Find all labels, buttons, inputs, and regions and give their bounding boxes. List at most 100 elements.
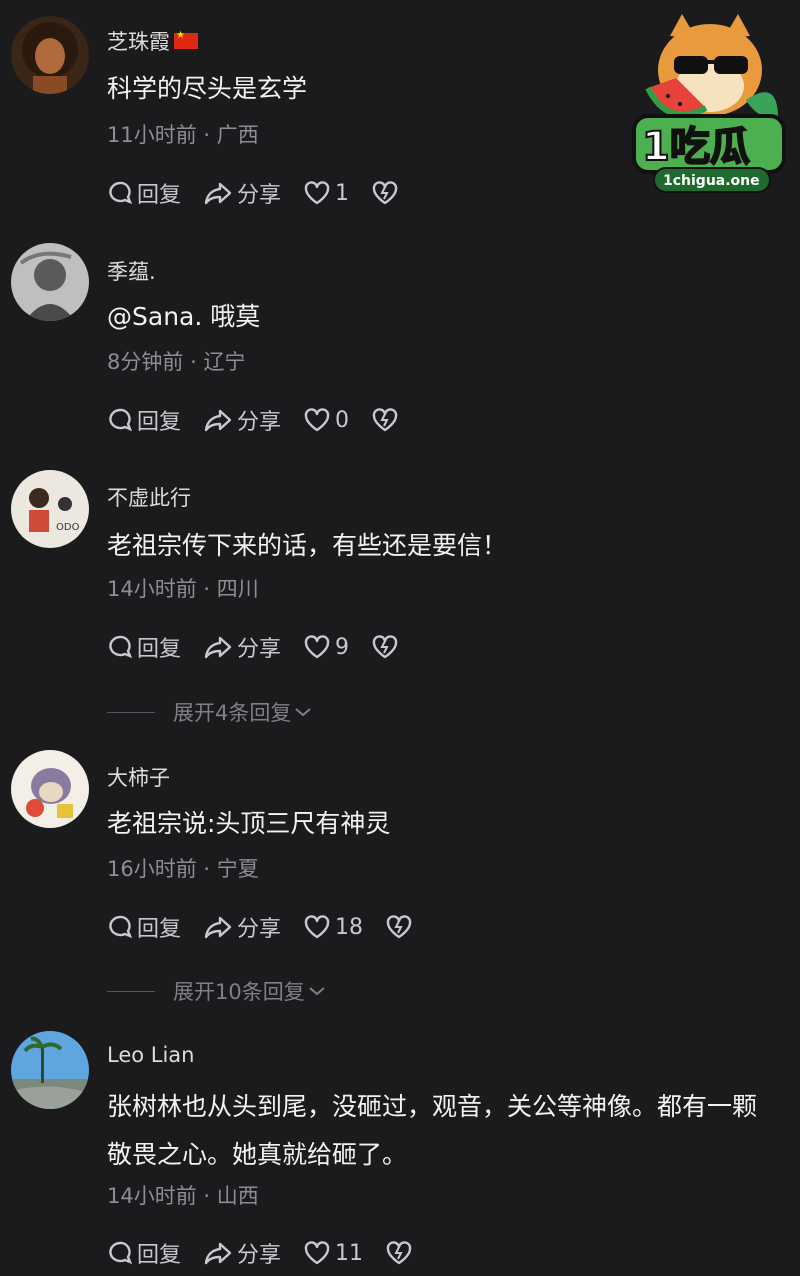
divider: [107, 711, 155, 713]
comment-text: 老祖宗传下来的话，有些还是要信！: [107, 531, 508, 560]
dislike-heart-icon: [372, 635, 398, 659]
comment-time: 16小时前: [107, 857, 197, 881]
dislike-heart-icon: [372, 181, 398, 205]
heart-icon: [304, 915, 330, 939]
share-icon: [204, 636, 232, 659]
heart-icon: [304, 408, 330, 432]
username[interactable]: 不虚此行: [107, 482, 191, 512]
comment-text: 科学的尽头是玄学: [107, 74, 308, 103]
comment-meta: 14小时前 · 山西: [107, 1180, 259, 1210]
comment-actions: 回复 分享 11: [107, 1237, 439, 1269]
share-label: 分享: [237, 1243, 282, 1268]
reply-button[interactable]: 回复: [107, 911, 181, 943]
meta-separator: ·: [190, 350, 197, 374]
comment-time: 14小时前: [107, 1184, 197, 1208]
heart-icon: [304, 635, 330, 659]
expand-replies-button[interactable]: 展开10条回复: [107, 976, 327, 1006]
comment-time: 14小时前: [107, 577, 197, 601]
heart-icon: [304, 181, 330, 205]
avatar[interactable]: [11, 243, 89, 321]
meta-separator: ·: [203, 577, 211, 601]
expand-replies-label: 展开4条回复: [173, 701, 292, 725]
dislike-heart-icon: [386, 1241, 412, 1265]
reply-label: 回复: [137, 410, 182, 435]
comment-time: 11小时前: [107, 123, 197, 147]
comment-time: 8分钟前: [107, 350, 184, 374]
comment-text: @Sana. 哦莫: [107, 302, 261, 331]
comment-location: 四川: [216, 577, 259, 601]
share-label: 分享: [237, 183, 282, 208]
comment-text: 张树林也从头到尾，没砸过，观音，关公等神像。都有一颗敬畏之心。她真就给砸了。: [107, 1092, 758, 1169]
meta-separator: ·: [203, 857, 211, 881]
reply-label: 回复: [137, 637, 182, 662]
avatar[interactable]: ODO: [11, 470, 89, 548]
avatar[interactable]: [11, 1031, 89, 1109]
dislike-heart-icon: [386, 915, 412, 939]
reply-icon: [109, 181, 133, 205]
chevron-down-icon: [309, 987, 325, 996]
reply-button[interactable]: 回复: [107, 631, 181, 663]
share-button[interactable]: 分享: [203, 911, 281, 943]
share-icon: [204, 916, 232, 939]
reply-icon: [109, 408, 133, 432]
share-button[interactable]: 分享: [203, 1237, 281, 1269]
like-button[interactable]: 18: [303, 914, 363, 940]
reply-icon: [109, 1241, 133, 1265]
comment-meta: 11小时前 · 广西: [107, 119, 259, 149]
like-button[interactable]: 1: [303, 180, 349, 206]
comment-meta: 14小时前 · 四川: [107, 573, 259, 603]
share-icon: [204, 1242, 232, 1265]
comment-text: 老祖宗说:头顶三尺有神灵: [107, 809, 391, 838]
dislike-button[interactable]: [371, 407, 403, 433]
like-count: 9: [335, 634, 350, 660]
chevron-down-icon: [295, 708, 312, 717]
share-button[interactable]: 分享: [203, 631, 281, 663]
share-label: 分享: [237, 637, 282, 662]
comment-feed: 1吃瓜 1chigua.one 芝珠霞 科学的尽头是玄学 11小时前 · 广西: [0, 0, 800, 1276]
comment-actions: 回复 分享 1: [107, 177, 425, 209]
username[interactable]: Leo Lian: [107, 1043, 195, 1067]
share-icon: [204, 182, 232, 205]
dislike-button[interactable]: [385, 914, 417, 940]
like-button[interactable]: 9: [303, 634, 349, 660]
username[interactable]: 大柿子: [107, 762, 170, 792]
like-button[interactable]: 0: [303, 407, 349, 433]
like-count: 0: [335, 407, 350, 433]
avatar[interactable]: [11, 16, 89, 94]
reply-button[interactable]: 回复: [107, 177, 181, 209]
reply-icon: [109, 915, 133, 939]
username[interactable]: 季蕴.: [107, 256, 156, 286]
like-count: 18: [335, 914, 364, 940]
reply-icon: [109, 635, 133, 659]
expand-replies-button[interactable]: 展开4条回复: [107, 697, 313, 727]
reply-button[interactable]: 回复: [107, 404, 181, 436]
meta-separator: ·: [203, 1184, 211, 1208]
reply-button[interactable]: 回复: [107, 1237, 181, 1269]
divider: [107, 990, 155, 992]
meta-separator: ·: [203, 123, 211, 147]
watermark-brand: 1吃瓜: [642, 124, 750, 170]
dislike-button[interactable]: [385, 1240, 417, 1266]
like-count: 1: [335, 180, 350, 206]
comment-actions: 回复 分享 0: [107, 404, 425, 436]
comment-meta: 8分钟前 · 辽宁: [107, 346, 245, 376]
dislike-heart-icon: [372, 408, 398, 432]
share-icon: [204, 409, 232, 432]
dislike-button[interactable]: [371, 180, 403, 206]
like-button[interactable]: 11: [303, 1240, 363, 1266]
comment-actions: 回复 分享 18: [107, 911, 439, 943]
share-button[interactable]: 分享: [203, 177, 281, 209]
china-flag-icon: [174, 30, 198, 49]
dislike-button[interactable]: [371, 634, 403, 660]
username[interactable]: 芝珠霞: [107, 26, 170, 56]
share-label: 分享: [237, 917, 282, 942]
expand-replies-label: 展开10条回复: [173, 980, 305, 1004]
comment-location: 山西: [216, 1184, 259, 1208]
heart-icon: [304, 1241, 330, 1265]
share-button[interactable]: 分享: [203, 404, 281, 436]
avatar[interactable]: [11, 750, 89, 828]
comment-location: 辽宁: [203, 350, 246, 374]
comment-actions: 回复 分享 9: [107, 631, 425, 663]
like-count: 11: [335, 1240, 364, 1266]
comment-location: 宁夏: [216, 857, 259, 881]
